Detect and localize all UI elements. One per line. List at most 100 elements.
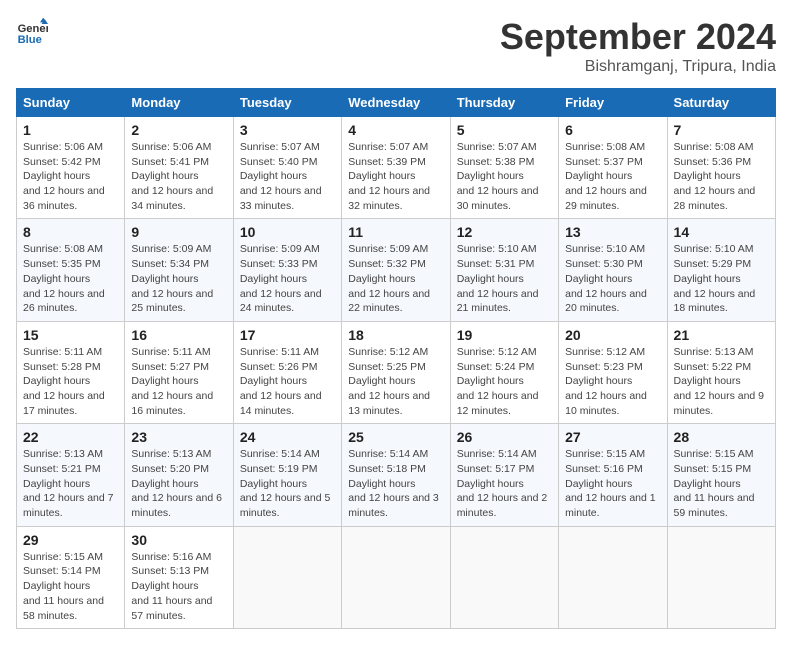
calendar-day-cell: 1 Sunrise: 5:06 AM Sunset: 5:42 PM Dayli… [17,117,125,219]
day-number: 9 [131,224,226,240]
day-info: Sunrise: 5:06 AM Sunset: 5:41 PM Dayligh… [131,140,226,213]
day-number: 8 [23,224,118,240]
day-info: Sunrise: 5:11 AM Sunset: 5:26 PM Dayligh… [240,345,335,418]
calendar-day-cell [450,526,558,628]
day-number: 20 [565,327,660,343]
day-number: 22 [23,429,118,445]
svg-text:Blue: Blue [18,34,42,46]
day-info: Sunrise: 5:12 AM Sunset: 5:24 PM Dayligh… [457,345,552,418]
day-info: Sunrise: 5:10 AM Sunset: 5:31 PM Dayligh… [457,242,552,315]
calendar-day-cell: 20 Sunrise: 5:12 AM Sunset: 5:23 PM Dayl… [559,321,667,423]
calendar-day-cell [342,526,450,628]
day-number: 10 [240,224,335,240]
calendar-day-cell: 27 Sunrise: 5:15 AM Sunset: 5:16 PM Dayl… [559,424,667,526]
location-title: Bishramganj, Tripura, India [500,58,776,76]
day-info: Sunrise: 5:15 AM Sunset: 5:15 PM Dayligh… [674,447,769,520]
day-info: Sunrise: 5:11 AM Sunset: 5:27 PM Dayligh… [131,345,226,418]
day-info: Sunrise: 5:12 AM Sunset: 5:23 PM Dayligh… [565,345,660,418]
day-info: Sunrise: 5:07 AM Sunset: 5:40 PM Dayligh… [240,140,335,213]
title-block: September 2024 Bishramganj, Tripura, Ind… [500,16,776,76]
day-info: Sunrise: 5:13 AM Sunset: 5:21 PM Dayligh… [23,447,118,520]
day-number: 28 [674,429,769,445]
day-info: Sunrise: 5:15 AM Sunset: 5:14 PM Dayligh… [23,550,118,623]
day-number: 2 [131,122,226,138]
calendar-day-cell: 29 Sunrise: 5:15 AM Sunset: 5:14 PM Dayl… [17,526,125,628]
calendar-day-cell: 6 Sunrise: 5:08 AM Sunset: 5:37 PM Dayli… [559,117,667,219]
weekday-header-cell: Thursday [450,89,558,117]
day-info: Sunrise: 5:16 AM Sunset: 5:13 PM Dayligh… [131,550,226,623]
day-number: 21 [674,327,769,343]
day-number: 14 [674,224,769,240]
day-number: 24 [240,429,335,445]
calendar-day-cell: 12 Sunrise: 5:10 AM Sunset: 5:31 PM Dayl… [450,219,558,321]
day-number: 11 [348,224,443,240]
calendar-day-cell: 2 Sunrise: 5:06 AM Sunset: 5:41 PM Dayli… [125,117,233,219]
day-info: Sunrise: 5:09 AM Sunset: 5:32 PM Dayligh… [348,242,443,315]
day-info: Sunrise: 5:08 AM Sunset: 5:36 PM Dayligh… [674,140,769,213]
calendar-day-cell: 11 Sunrise: 5:09 AM Sunset: 5:32 PM Dayl… [342,219,450,321]
header: General Blue September 2024 Bishramganj,… [16,16,776,76]
calendar-day-cell: 10 Sunrise: 5:09 AM Sunset: 5:33 PM Dayl… [233,219,341,321]
calendar-day-cell: 14 Sunrise: 5:10 AM Sunset: 5:29 PM Dayl… [667,219,775,321]
calendar-day-cell: 17 Sunrise: 5:11 AM Sunset: 5:26 PM Dayl… [233,321,341,423]
calendar-day-cell: 22 Sunrise: 5:13 AM Sunset: 5:21 PM Dayl… [17,424,125,526]
day-info: Sunrise: 5:14 AM Sunset: 5:18 PM Dayligh… [348,447,443,520]
weekday-header-cell: Friday [559,89,667,117]
day-info: Sunrise: 5:10 AM Sunset: 5:30 PM Dayligh… [565,242,660,315]
calendar-day-cell: 3 Sunrise: 5:07 AM Sunset: 5:40 PM Dayli… [233,117,341,219]
month-title: September 2024 [500,16,776,58]
day-number: 16 [131,327,226,343]
calendar-day-cell: 15 Sunrise: 5:11 AM Sunset: 5:28 PM Dayl… [17,321,125,423]
day-number: 19 [457,327,552,343]
svg-text:General: General [18,23,48,35]
calendar-table: SundayMondayTuesdayWednesdayThursdayFrid… [16,88,776,629]
calendar-day-cell: 25 Sunrise: 5:14 AM Sunset: 5:18 PM Dayl… [342,424,450,526]
day-info: Sunrise: 5:14 AM Sunset: 5:17 PM Dayligh… [457,447,552,520]
calendar-day-cell: 7 Sunrise: 5:08 AM Sunset: 5:36 PM Dayli… [667,117,775,219]
day-info: Sunrise: 5:06 AM Sunset: 5:42 PM Dayligh… [23,140,118,213]
day-number: 5 [457,122,552,138]
weekday-header-cell: Saturday [667,89,775,117]
calendar-week-row: 8 Sunrise: 5:08 AM Sunset: 5:35 PM Dayli… [17,219,776,321]
day-info: Sunrise: 5:08 AM Sunset: 5:37 PM Dayligh… [565,140,660,213]
day-info: Sunrise: 5:09 AM Sunset: 5:33 PM Dayligh… [240,242,335,315]
day-number: 25 [348,429,443,445]
calendar-day-cell: 9 Sunrise: 5:09 AM Sunset: 5:34 PM Dayli… [125,219,233,321]
day-number: 27 [565,429,660,445]
calendar-week-row: 22 Sunrise: 5:13 AM Sunset: 5:21 PM Dayl… [17,424,776,526]
day-number: 29 [23,532,118,548]
day-number: 4 [348,122,443,138]
day-info: Sunrise: 5:15 AM Sunset: 5:16 PM Dayligh… [565,447,660,520]
calendar-day-cell: 19 Sunrise: 5:12 AM Sunset: 5:24 PM Dayl… [450,321,558,423]
logo-icon: General Blue [16,16,48,48]
calendar-week-row: 1 Sunrise: 5:06 AM Sunset: 5:42 PM Dayli… [17,117,776,219]
day-number: 7 [674,122,769,138]
calendar-day-cell: 13 Sunrise: 5:10 AM Sunset: 5:30 PM Dayl… [559,219,667,321]
day-number: 15 [23,327,118,343]
day-info: Sunrise: 5:13 AM Sunset: 5:20 PM Dayligh… [131,447,226,520]
day-number: 26 [457,429,552,445]
calendar-day-cell: 23 Sunrise: 5:13 AM Sunset: 5:20 PM Dayl… [125,424,233,526]
calendar-day-cell: 16 Sunrise: 5:11 AM Sunset: 5:27 PM Dayl… [125,321,233,423]
calendar-day-cell: 24 Sunrise: 5:14 AM Sunset: 5:19 PM Dayl… [233,424,341,526]
logo: General Blue [16,16,48,48]
day-info: Sunrise: 5:10 AM Sunset: 5:29 PM Dayligh… [674,242,769,315]
day-number: 3 [240,122,335,138]
weekday-header-cell: Monday [125,89,233,117]
weekday-header-cell: Tuesday [233,89,341,117]
day-info: Sunrise: 5:07 AM Sunset: 5:38 PM Dayligh… [457,140,552,213]
day-number: 1 [23,122,118,138]
calendar-day-cell: 4 Sunrise: 5:07 AM Sunset: 5:39 PM Dayli… [342,117,450,219]
day-number: 17 [240,327,335,343]
calendar-day-cell: 26 Sunrise: 5:14 AM Sunset: 5:17 PM Dayl… [450,424,558,526]
calendar-day-cell: 8 Sunrise: 5:08 AM Sunset: 5:35 PM Dayli… [17,219,125,321]
calendar-day-cell [559,526,667,628]
day-info: Sunrise: 5:12 AM Sunset: 5:25 PM Dayligh… [348,345,443,418]
calendar-day-cell: 28 Sunrise: 5:15 AM Sunset: 5:15 PM Dayl… [667,424,775,526]
calendar-day-cell: 18 Sunrise: 5:12 AM Sunset: 5:25 PM Dayl… [342,321,450,423]
weekday-header-row: SundayMondayTuesdayWednesdayThursdayFrid… [17,89,776,117]
day-info: Sunrise: 5:07 AM Sunset: 5:39 PM Dayligh… [348,140,443,213]
day-number: 30 [131,532,226,548]
calendar-week-row: 29 Sunrise: 5:15 AM Sunset: 5:14 PM Dayl… [17,526,776,628]
day-info: Sunrise: 5:13 AM Sunset: 5:22 PM Dayligh… [674,345,769,418]
